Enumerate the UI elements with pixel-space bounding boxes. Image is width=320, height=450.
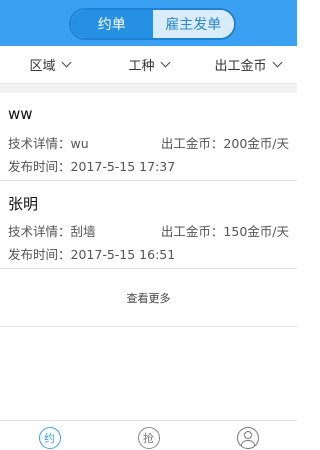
order-time: 发布时间：2017-5-15 17:37 <box>8 156 289 174</box>
section-gap <box>0 84 297 93</box>
order-detail-row: 技术详情：刮墙 出工金币：150金币/天 <box>8 221 289 239</box>
filter-bar: 区域 工种 出工金币 <box>0 46 297 84</box>
filter-coin-label: 出工金币 <box>214 59 267 74</box>
bottom-tab-bar: 约 抢 <box>0 420 297 450</box>
appointment-icon: 约 <box>38 427 61 449</box>
tab-employer-post[interactable]: 雇主发单 <box>152 10 234 38</box>
coin-label: 出工金币： <box>160 136 224 151</box>
filter-coin[interactable]: 出工金币 <box>198 55 297 74</box>
chevron-down-icon <box>160 57 170 68</box>
order-coin: 出工金币：200金币/天 <box>161 133 289 151</box>
grab-order-icon: 抢 <box>137 427 160 449</box>
profile-icon <box>236 427 259 449</box>
load-more-button[interactable]: 查看更多 <box>0 269 297 327</box>
tabbar-item-appointments[interactable]: 约 <box>0 421 99 450</box>
order-card[interactable]: 张明 技术详情：刮墙 出工金币：150金币/天 发布时间：2017-5-15 1… <box>0 181 297 269</box>
coin-label: 出工金币： <box>160 224 224 239</box>
filter-job-type[interactable]: 工种 <box>99 55 198 74</box>
order-time: 发布时间：2017-5-15 16:51 <box>8 244 289 262</box>
order-title: ww <box>8 105 33 123</box>
order-detail-row: 技术详情：wu 出工金币：200金币/天 <box>8 133 289 151</box>
filter-region[interactable]: 区域 <box>0 55 99 74</box>
order-skill: 技术详情：刮墙 <box>8 221 96 239</box>
skill-value: 刮墙 <box>70 224 96 239</box>
tabbar-item-grab-order[interactable]: 抢 <box>99 421 198 450</box>
filter-region-label: 区域 <box>29 59 56 74</box>
order-coin: 出工金币：150金币/天 <box>161 221 289 239</box>
skill-label: 技术详情： <box>8 224 71 239</box>
filter-job-type-label: 工种 <box>128 59 155 74</box>
coin-value: 150金币/天 <box>223 224 289 239</box>
time-label: 发布时间： <box>8 247 71 262</box>
time-value: 2017-5-15 17:37 <box>70 159 176 174</box>
order-skill: 技术详情：wu <box>8 133 89 151</box>
top-header: 约单 雇主发单 <box>0 0 297 46</box>
coin-value: 200金币/天 <box>223 136 289 151</box>
order-type-segmented-control: 约单 雇主发单 <box>69 8 236 40</box>
skill-value: wu <box>70 136 89 151</box>
chevron-down-icon <box>272 57 282 68</box>
time-label: 发布时间： <box>8 159 71 174</box>
chevron-down-icon <box>61 57 71 68</box>
tab-appointments[interactable]: 约单 <box>71 10 153 38</box>
order-title: 张明 <box>8 195 39 213</box>
skill-label: 技术详情： <box>8 136 71 151</box>
time-value: 2017-5-15 16:51 <box>70 247 176 262</box>
tabbar-item-profile[interactable] <box>198 421 297 450</box>
order-card[interactable]: ww 技术详情：wu 出工金币：200金币/天 发布时间：2017-5-15 1… <box>0 93 297 181</box>
